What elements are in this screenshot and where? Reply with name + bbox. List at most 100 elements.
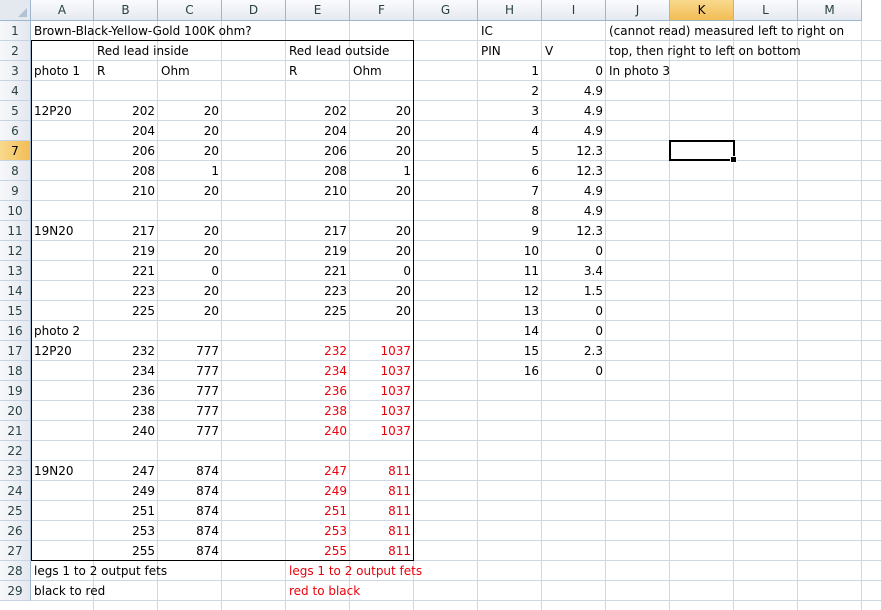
cell-b5[interactable]: 202 — [94, 101, 158, 121]
cell-e6[interactable]: 204 — [286, 121, 350, 141]
row-header-27[interactable]: 27 — [0, 541, 31, 561]
cell-e25[interactable]: 251 — [286, 501, 350, 521]
row-header-23[interactable]: 23 — [0, 461, 31, 481]
cell-e20[interactable]: 238 — [286, 401, 350, 421]
cell-f21[interactable]: 1037 — [350, 421, 414, 441]
cell-b26[interactable]: 253 — [94, 521, 158, 541]
cell-a17[interactable]: 12P20 — [31, 341, 94, 361]
row-header-20[interactable]: 20 — [0, 401, 31, 421]
cell-e9[interactable]: 210 — [286, 181, 350, 201]
column-header-d[interactable]: D — [222, 0, 286, 21]
cell-b25[interactable]: 251 — [94, 501, 158, 521]
cell-b2[interactable]: Red lead inside — [94, 41, 189, 61]
cell-h8[interactable]: 6 — [478, 161, 542, 181]
cell-c14[interactable]: 20 — [158, 281, 222, 301]
cell-e14[interactable]: 223 — [286, 281, 350, 301]
cell-i15[interactable]: 0 — [542, 301, 606, 321]
row-header-21[interactable]: 21 — [0, 421, 31, 441]
cell-e24[interactable]: 249 — [286, 481, 350, 501]
row-header-4[interactable]: 4 — [0, 81, 31, 101]
cell-b3[interactable]: R — [94, 61, 158, 81]
cell-e18[interactable]: 234 — [286, 361, 350, 381]
column-header-k[interactable]: K — [670, 0, 734, 21]
cell-i4[interactable]: 4.9 — [542, 81, 606, 101]
column-header-l[interactable]: L — [734, 0, 798, 21]
cell-h6[interactable]: 4 — [478, 121, 542, 141]
cell-i8[interactable]: 12.3 — [542, 161, 606, 181]
row-header-26[interactable]: 26 — [0, 521, 31, 541]
column-header-g[interactable]: G — [414, 0, 478, 21]
cell-f9[interactable]: 20 — [350, 181, 414, 201]
cell-h12[interactable]: 10 — [478, 241, 542, 261]
cell-h10[interactable]: 8 — [478, 201, 542, 221]
column-header-i[interactable]: I — [542, 0, 606, 21]
row-header-15[interactable]: 15 — [0, 301, 31, 321]
cell-i5[interactable]: 4.9 — [542, 101, 606, 121]
cell-h7[interactable]: 5 — [478, 141, 542, 161]
row-header-8[interactable]: 8 — [0, 161, 31, 181]
row-header-5[interactable]: 5 — [0, 101, 31, 121]
row-header-17[interactable]: 17 — [0, 341, 31, 361]
cell-b11[interactable]: 217 — [94, 221, 158, 241]
cell-b19[interactable]: 236 — [94, 381, 158, 401]
cell-a16[interactable]: photo 2 — [31, 321, 94, 341]
cell-b8[interactable]: 208 — [94, 161, 158, 181]
row-header-14[interactable]: 14 — [0, 281, 31, 301]
cell-a28[interactable]: legs 1 to 2 output fets — [31, 561, 167, 581]
spreadsheet-grid[interactable]: ABCDEFGHIJKLM 1 2 3 4 5 6 7 8 9 10 11 12 13 14 15 16 17 1… — [0, 0, 881, 610]
cell-e11[interactable]: 217 — [286, 221, 350, 241]
cell-c5[interactable]: 20 — [158, 101, 222, 121]
cell-c24[interactable]: 874 — [158, 481, 222, 501]
cell-e2[interactable]: Red lead outside — [286, 41, 389, 61]
cell-e8[interactable]: 208 — [286, 161, 350, 181]
cell-f27[interactable]: 811 — [350, 541, 414, 561]
column-header-c[interactable]: C — [158, 0, 222, 21]
cell-i10[interactable]: 4.9 — [542, 201, 606, 221]
cell-e21[interactable]: 240 — [286, 421, 350, 441]
row-header-1[interactable]: 1 — [0, 21, 31, 41]
row-header-7[interactable]: 7 — [0, 141, 31, 161]
cell-f25[interactable]: 811 — [350, 501, 414, 521]
cell-f14[interactable]: 20 — [350, 281, 414, 301]
cell-f8[interactable]: 1 — [350, 161, 414, 181]
cell-h2[interactable]: PIN — [478, 41, 542, 61]
cell-i14[interactable]: 1.5 — [542, 281, 606, 301]
row-header-6[interactable]: 6 — [0, 121, 31, 141]
cell-f26[interactable]: 811 — [350, 521, 414, 541]
cell-h18[interactable]: 16 — [478, 361, 542, 381]
cell-b23[interactable]: 247 — [94, 461, 158, 481]
cell-a1[interactable]: Brown-Black-Yellow-Gold 100K ohm? — [31, 21, 252, 41]
cell-b15[interactable]: 225 — [94, 301, 158, 321]
cell-i11[interactable]: 12.3 — [542, 221, 606, 241]
cell-f17[interactable]: 1037 — [350, 341, 414, 361]
cell-e13[interactable]: 221 — [286, 261, 350, 281]
cell-i18[interactable]: 0 — [542, 361, 606, 381]
row-header-16[interactable]: 16 — [0, 321, 31, 341]
cell-e3[interactable]: R — [286, 61, 350, 81]
cell-b9[interactable]: 210 — [94, 181, 158, 201]
cell-h3[interactable]: 1 — [478, 61, 542, 81]
row-header-11[interactable]: 11 — [0, 221, 31, 241]
cell-f24[interactable]: 811 — [350, 481, 414, 501]
cell-i17[interactable]: 2.3 — [542, 341, 606, 361]
cell-b7[interactable]: 206 — [94, 141, 158, 161]
cell-a23[interactable]: 19N20 — [31, 461, 94, 481]
cell-h4[interactable]: 2 — [478, 81, 542, 101]
cell-f11[interactable]: 20 — [350, 221, 414, 241]
cell-h14[interactable]: 12 — [478, 281, 542, 301]
cell-c15[interactable]: 20 — [158, 301, 222, 321]
cell-c6[interactable]: 20 — [158, 121, 222, 141]
row-header-22[interactable]: 22 — [0, 441, 31, 461]
row-header-18[interactable]: 18 — [0, 361, 31, 381]
column-header-f[interactable]: F — [350, 0, 414, 21]
cell-c17[interactable]: 777 — [158, 341, 222, 361]
cell-f18[interactable]: 1037 — [350, 361, 414, 381]
cell-i7[interactable]: 12.3 — [542, 141, 606, 161]
column-header-a[interactable]: A — [31, 0, 94, 21]
cell-e12[interactable]: 219 — [286, 241, 350, 261]
cell-f15[interactable]: 20 — [350, 301, 414, 321]
row-header-19[interactable]: 19 — [0, 381, 31, 401]
cell-f12[interactable]: 20 — [350, 241, 414, 261]
cell-e15[interactable]: 225 — [286, 301, 350, 321]
cell-i3[interactable]: 0 — [542, 61, 606, 81]
